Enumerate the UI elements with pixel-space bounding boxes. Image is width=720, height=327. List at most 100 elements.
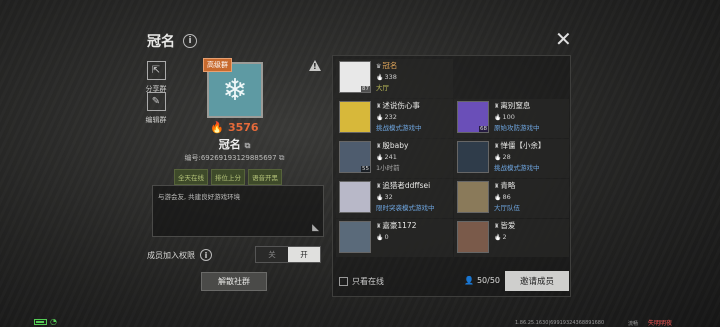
member-name: ♜殷baby	[376, 141, 408, 152]
online-only-checkbox[interactable]: 只看在线	[339, 276, 384, 287]
disband-group-button[interactable]: 解散社群	[201, 272, 267, 291]
member-card[interactable]: ♜皆爱 2	[454, 219, 569, 257]
member-level: 68	[479, 126, 488, 132]
report-warning-icon[interactable]	[309, 60, 321, 71]
member-score: 0	[376, 232, 416, 243]
member-status: 挑战模式游戏中	[494, 164, 540, 172]
member-score: 2	[494, 232, 515, 243]
info-icon[interactable]: i	[183, 34, 197, 48]
member-info: ♜殷baby2411小时前	[376, 141, 408, 176]
member-avatar[interactable]	[457, 221, 489, 253]
member-card[interactable]: 68♜离别窒息100原始攻防游戏中	[454, 99, 569, 138]
member-name-text: 青略	[500, 181, 516, 190]
info-icon[interactable]: i	[200, 249, 212, 261]
group-name: 冠名 ⧉	[218, 138, 251, 151]
member-list-footer: 只看在线 👤 50/50 邀请成员	[336, 269, 569, 293]
member-name-text: 追猎者ddffsei	[382, 181, 431, 190]
member-avatar[interactable]	[457, 141, 489, 173]
member-name: ♜述说伤心事	[376, 101, 422, 112]
member-avatar[interactable]	[339, 221, 371, 253]
member-card[interactable]: ♜述说伤心事232挑战模式游戏中	[336, 99, 453, 138]
rank-badge-icon: ♜	[494, 183, 500, 190]
group-id: 编号:69269193129885697 ⧉	[184, 153, 285, 162]
member-name: ♜追猎者ddffsei	[376, 181, 435, 192]
member-score: 28	[494, 152, 545, 163]
join-permission-label: 成员加入权限	[147, 250, 195, 260]
group-tag: 全天在线	[174, 169, 208, 185]
member-count-value: 50/50	[476, 276, 501, 285]
member-info: ♜追猎者ddffsei32限时突袭模式游戏中	[376, 181, 435, 216]
member-status: 大厅队伍	[494, 204, 520, 212]
member-card[interactable]: 87♛冠名338大厅	[336, 59, 453, 98]
battery-icon	[34, 319, 47, 325]
member-info: ♜嘉豪11720	[376, 221, 416, 256]
dialog-header: 冠名 i	[147, 31, 197, 51]
member-avatar[interactable]	[339, 101, 371, 133]
toggle-on-option[interactable]: 开	[288, 247, 320, 262]
member-avatar[interactable]: 55	[339, 141, 371, 173]
group-description-text: 与游会友, 共建良好游戏环境	[158, 193, 241, 201]
member-avatar[interactable]: 68	[457, 101, 489, 133]
copy-id-icon[interactable]: ⧉	[279, 153, 285, 162]
member-avatar[interactable]	[457, 181, 489, 213]
rank-badge-icon: ♜	[494, 143, 500, 150]
edit-icon: ✎	[146, 92, 166, 111]
member-name-text: 皆爱	[500, 221, 516, 230]
close-button[interactable]: ✕	[555, 29, 572, 49]
member-status: 限时突袭模式游戏中	[376, 204, 435, 212]
member-card[interactable]: ♜青略86大厅队伍	[454, 179, 569, 218]
member-card[interactable]: 55♜殷baby2411小时前	[336, 139, 453, 178]
game-logo: 失明明夜	[648, 320, 673, 327]
member-grid: 87♛冠名338大厅♜述说伤心事232挑战模式游戏中68♜离别窒息100原始攻防…	[336, 59, 569, 257]
rank-badge-icon: ♜	[494, 223, 500, 230]
member-info: ♜惮僵【小余】 28挑战模式游戏中	[494, 141, 545, 176]
group-tag: 语音开黑	[248, 169, 282, 185]
member-card[interactable]: ♜嘉豪11720	[336, 219, 453, 257]
member-score: 32	[376, 192, 435, 203]
member-name-text: 殷baby	[382, 141, 409, 150]
member-status: 挑战模式游戏中	[376, 124, 422, 132]
edit-description-icon[interactable]: ◣	[312, 223, 319, 233]
empty-slot	[454, 59, 569, 98]
member-card[interactable]: ♜惮僵【小余】 28挑战模式游戏中	[454, 139, 569, 178]
member-score: 338	[376, 72, 397, 83]
group-heat-value: 3576	[227, 121, 259, 134]
member-name: ♛冠名	[376, 61, 397, 72]
rank-badge-icon: ♜	[376, 183, 382, 190]
member-name-text: 述说伤心事	[382, 101, 420, 110]
group-tier-badge: 高级群	[203, 58, 232, 72]
member-name-text: 冠名	[382, 61, 398, 70]
share-group-button[interactable]: ⇱ 分享群	[141, 61, 171, 94]
group-description[interactable]: 与游会友, 共建良好游戏环境 ◣	[152, 185, 324, 237]
member-name: ♜青略	[494, 181, 520, 192]
group-info-panel: ⇱ 分享群 ✎ 编辑群 ❄ 高级群 🔥 3576 冠名 ⧉ 编号:6926919…	[141, 55, 328, 297]
member-card[interactable]: ♜追猎者ddffsei32限时突袭模式游戏中	[336, 179, 453, 218]
member-avatar[interactable]: 87	[339, 61, 371, 93]
member-score: 232	[376, 112, 422, 123]
dialog-title: 冠名	[147, 34, 175, 50]
online-only-label: 只看在线	[352, 277, 384, 286]
member-avatar[interactable]	[339, 181, 371, 213]
member-level: 87	[361, 86, 370, 92]
member-info: ♜青略86大厅队伍	[494, 181, 520, 216]
invite-members-button[interactable]: 邀请成员	[505, 271, 569, 291]
snowflake-icon: ❄	[222, 72, 248, 108]
member-status: 原始攻防游戏中	[494, 124, 540, 132]
copy-name-icon[interactable]: ⧉	[245, 141, 251, 150]
member-name: ♜离别窒息	[494, 101, 540, 112]
join-permission-toggle[interactable]: 关 开	[255, 246, 321, 263]
join-permission-row: 成员加入权限 i	[147, 249, 212, 261]
share-icon: ⇱	[146, 61, 166, 80]
member-info: ♜皆爱 2	[494, 221, 515, 256]
group-tags: 全天在线 排位上分 语音开黑	[174, 169, 282, 185]
group-tag: 排位上分	[211, 169, 245, 185]
group-heat: 🔥 3576	[210, 121, 259, 134]
checkbox-box[interactable]	[339, 277, 348, 286]
member-score: 100	[494, 112, 540, 123]
toggle-off-option[interactable]: 关	[256, 247, 288, 262]
rank-badge-icon: ♜	[494, 103, 500, 110]
version-text: 1.86.25.1630|69919324368891680	[515, 320, 605, 326]
member-name-text: 嘉豪1172	[382, 221, 417, 230]
member-name-text: 惮僵【小余】	[500, 141, 546, 150]
member-name-text: 离别窒息	[500, 101, 531, 110]
